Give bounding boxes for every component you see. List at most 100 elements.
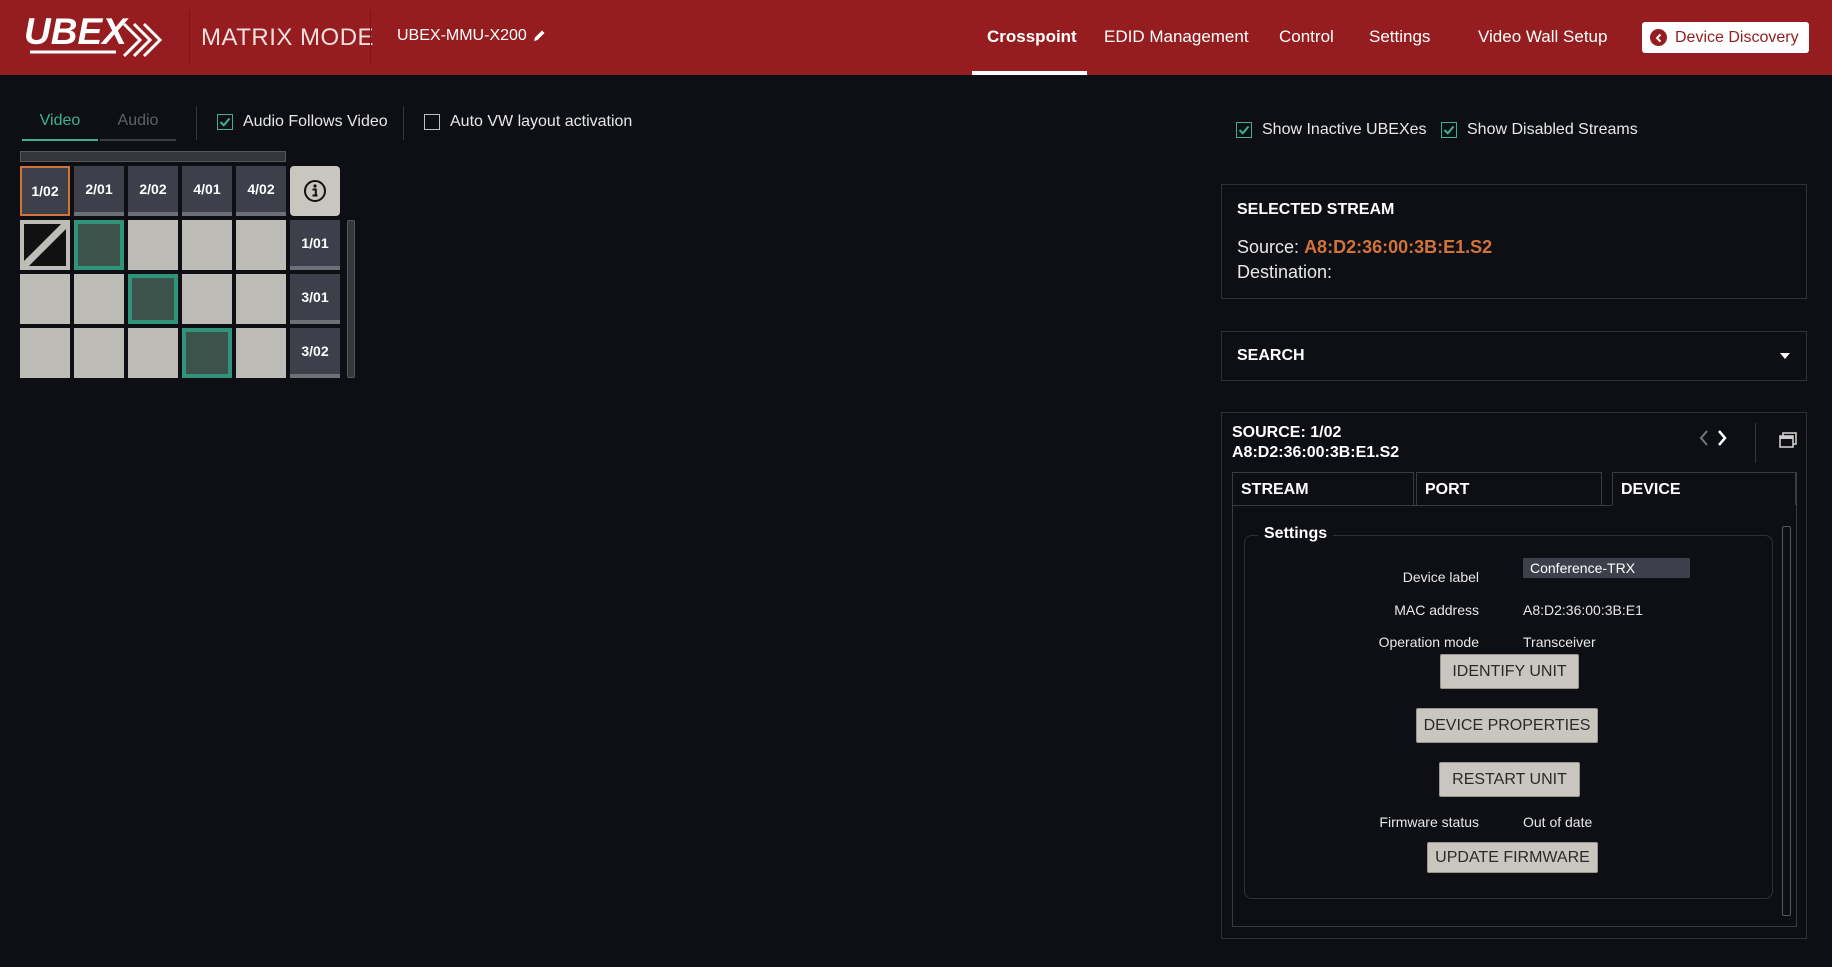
selected-stream-panel: SELECTED STREAM Source: A8:D2:36:00:3B:E… (1221, 184, 1807, 299)
top-bar: UBEX MATRIX MODE UBEX-MMU-X200 Crosspoin… (0, 0, 1832, 75)
crosspoint-cell[interactable] (236, 220, 286, 270)
checkbox-checked-icon (1441, 122, 1457, 138)
matrix-vertical-scrollbar[interactable] (347, 220, 355, 378)
crosspoint-cell[interactable] (20, 328, 70, 378)
active-nav-indicator (972, 71, 1087, 75)
pencil-icon[interactable] (532, 29, 546, 43)
chevron-left-icon[interactable] (1698, 429, 1710, 447)
matrix-horizontal-scrollbar[interactable] (20, 151, 286, 162)
nav-settings[interactable]: Settings (1369, 27, 1430, 47)
header-divider (370, 10, 371, 64)
nav-video-wall-setup[interactable]: Video Wall Setup (1478, 27, 1607, 47)
header-divider (189, 10, 190, 64)
search-panel[interactable]: SEARCH (1221, 331, 1807, 381)
destination-header-3-01[interactable]: 3/01 (290, 274, 340, 324)
tab-device[interactable]: DEVICE (1612, 472, 1796, 505)
nav-edid-management[interactable]: EDID Management (1104, 27, 1249, 47)
firmware-status-value: Out of date (1523, 814, 1593, 830)
crosspoint-cell[interactable] (182, 220, 232, 270)
crosspoint-cell[interactable] (128, 328, 178, 378)
identify-unit-button[interactable]: IDENTIFY UNIT (1440, 654, 1579, 689)
crosspoint-cell[interactable] (20, 274, 70, 324)
back-arrow-icon (1650, 29, 1667, 46)
mac-address-label: MAC address (1394, 602, 1479, 618)
device-name-label: UBEX-MMU-X200 (397, 27, 527, 44)
tab-video[interactable]: Video (22, 112, 98, 141)
crosspoint-cell[interactable] (74, 274, 124, 324)
search-title: SEARCH (1237, 347, 1305, 364)
source-panel-title: SOURCE: 1/02 A8:D2:36:00:3B:E1.S2 (1232, 423, 1399, 463)
chevron-right-icon[interactable] (1716, 429, 1728, 447)
operation-mode-label: Operation mode (1378, 634, 1479, 650)
selected-source-line: Source: A8:D2:36:00:3B:E1.S2 (1237, 237, 1791, 258)
slash-icon (24, 224, 66, 266)
crosspoint-cell-connected[interactable] (74, 220, 124, 270)
crosspoint-cell-connected[interactable] (182, 328, 232, 378)
tab-content-border (1796, 472, 1797, 927)
source-value: A8:D2:36:00:3B:E1.S2 (1304, 237, 1493, 257)
device-name[interactable]: UBEX-MMU-X200 (397, 27, 546, 45)
source-nav (1698, 429, 1728, 447)
source-header-1-02[interactable]: 1/02 (20, 166, 70, 216)
source-panel-title-line2: A8:D2:36:00:3B:E1.S2 (1232, 444, 1400, 461)
info-button[interactable] (290, 166, 340, 216)
restart-unit-button[interactable]: RESTART UNIT (1439, 762, 1580, 797)
firmware-status-label: Firmware status (1379, 814, 1479, 830)
crosspoint-cell[interactable] (74, 328, 124, 378)
source-panel-title-line1: SOURCE: 1/02 (1232, 424, 1342, 441)
source-label: Source: (1237, 237, 1300, 257)
show-inactive-ubexes-checkbox[interactable]: Show Inactive UBEXes (1236, 121, 1427, 139)
device-discovery-label: Device Discovery (1675, 28, 1799, 46)
svg-text:UBEX: UBEX (24, 11, 129, 52)
source-details-panel: SOURCE: 1/02 A8:D2:36:00:3B:E1.S2 STREAM… (1221, 412, 1807, 939)
info-icon (304, 180, 326, 202)
audio-follows-video-label: Audio Follows Video (243, 113, 388, 130)
source-header-2-01[interactable]: 2/01 (74, 166, 124, 216)
source-header-2-02[interactable]: 2/02 (128, 166, 178, 216)
source-header-4-01[interactable]: 4/01 (182, 166, 232, 216)
crosspoint-cell[interactable] (236, 328, 286, 378)
show-disabled-streams-label: Show Disabled Streams (1467, 121, 1638, 138)
update-firmware-button[interactable]: UPDATE FIRMWARE (1427, 842, 1598, 873)
destination-header-3-02[interactable]: 3/02 (290, 328, 340, 378)
popout-window-icon[interactable] (1778, 431, 1798, 449)
crosspoint-cell[interactable] (236, 274, 286, 324)
checkbox-checked-icon (217, 114, 233, 130)
tab-stream[interactable]: STREAM (1232, 472, 1414, 505)
device-tab-scrollbar[interactable] (1782, 526, 1791, 916)
auto-vw-layout-checkbox[interactable]: Auto VW layout activation (424, 113, 632, 131)
operation-mode-value: Transceiver (1523, 634, 1596, 650)
tab-content-border (1232, 472, 1233, 927)
tab-port[interactable]: PORT (1416, 472, 1602, 505)
destination-header-1-01[interactable]: 1/01 (290, 220, 340, 270)
divider (1755, 423, 1756, 463)
settings-group: Device label MAC address A8:D2:36:00:3B:… (1244, 535, 1773, 899)
tab-audio[interactable]: Audio (100, 112, 176, 141)
source-header-4-02[interactable]: 4/02 (236, 166, 286, 216)
crosspoint-cell[interactable] (182, 274, 232, 324)
audio-follows-video-checkbox[interactable]: Audio Follows Video (217, 113, 388, 131)
divider (403, 106, 404, 140)
device-label-input[interactable] (1523, 558, 1690, 578)
crosspoint-cell-disabled[interactable] (20, 220, 70, 270)
checkbox-checked-icon (1236, 122, 1252, 138)
caret-down-icon[interactable] (1779, 352, 1791, 360)
show-disabled-streams-checkbox[interactable]: Show Disabled Streams (1441, 121, 1638, 139)
ubex-logo[interactable]: UBEX (24, 10, 170, 64)
auto-vw-layout-label: Auto VW layout activation (450, 113, 633, 130)
device-label-label: Device label (1402, 569, 1479, 585)
device-properties-button[interactable]: DEVICE PROPERTIES (1416, 708, 1598, 743)
crosspoint-cell-connected[interactable] (128, 274, 178, 324)
crosspoint-cell[interactable] (128, 220, 178, 270)
divider (196, 106, 197, 140)
selected-stream-title: SELECTED STREAM (1237, 201, 1395, 218)
show-inactive-ubexes-label: Show Inactive UBEXes (1262, 121, 1427, 138)
settings-title: Settings (1258, 525, 1334, 543)
nav-control[interactable]: Control (1279, 27, 1334, 47)
mode-title: MATRIX MODE (201, 24, 375, 51)
destination-label: Destination: (1237, 262, 1333, 282)
tab-baseline (1232, 505, 1612, 506)
checkbox-empty-icon (424, 114, 440, 130)
nav-crosspoint[interactable]: Crosspoint (987, 27, 1077, 47)
device-discovery-button[interactable]: Device Discovery (1642, 22, 1809, 53)
